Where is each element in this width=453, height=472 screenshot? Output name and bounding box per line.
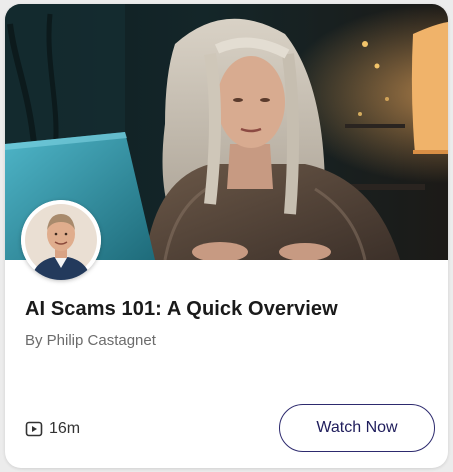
play-icon bbox=[25, 420, 43, 438]
author-avatar bbox=[21, 200, 101, 280]
duration-indicator: 16m bbox=[25, 420, 80, 438]
course-title[interactable]: AI Scams 101: A Quick Overview bbox=[25, 298, 435, 321]
author-name: By Philip Castagnet bbox=[25, 332, 156, 349]
watch-now-button[interactable]: Watch Now bbox=[279, 404, 435, 452]
course-card[interactable]: AI Scams 101: A Quick Overview By Philip… bbox=[5, 4, 448, 468]
duration-text: 16m bbox=[49, 420, 81, 437]
